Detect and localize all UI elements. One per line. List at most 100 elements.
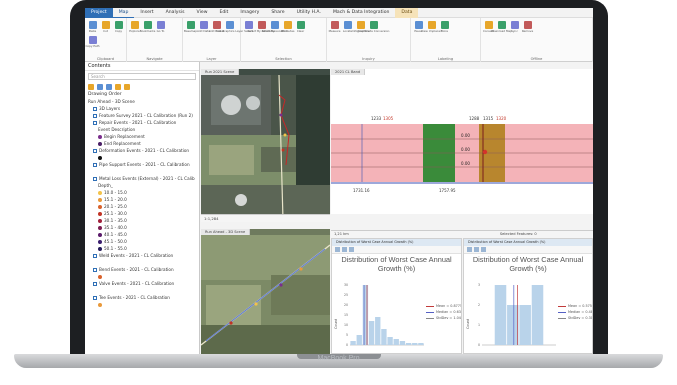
toc-item[interactable]: Event Description <box>88 126 199 133</box>
ribbon-button[interactable]: More <box>439 21 450 34</box>
histogram-bar[interactable] <box>531 285 544 345</box>
chart1-tab[interactable]: Distribution of Worst Case Annual Growth… <box>332 239 461 246</box>
histogram-bar[interactable] <box>375 317 381 345</box>
toc-item[interactable]: Feature Survey 2021 - CL Calibration (Ru… <box>88 112 199 119</box>
toc-item[interactable]: Weld Events - 2021 - CL Calibration <box>88 252 199 259</box>
toc-item[interactable]: 15.1 - 20.0 <box>88 196 199 203</box>
layer-visibility-checkbox[interactable] <box>93 267 97 272</box>
ribbon-button[interactable]: Sync <box>509 21 520 34</box>
toc-item[interactable]: Run Ahead - 3D Scene <box>88 98 199 105</box>
histogram-bar[interactable] <box>350 341 356 345</box>
histogram-bar[interactable] <box>519 305 531 345</box>
toc-item[interactable] <box>88 168 199 175</box>
chart-export-icon[interactable] <box>349 247 354 252</box>
ribbon-button[interactable]: Cut <box>100 21 111 34</box>
layer-visibility-checkbox[interactable] <box>93 120 97 125</box>
ribbon-tab[interactable]: Edit <box>213 8 234 18</box>
ribbon-tab[interactable]: Data <box>395 8 419 18</box>
map-view-top[interactable]: Run 2021 Scene <box>201 69 330 214</box>
toc-item[interactable] <box>88 301 199 308</box>
histogram-bar[interactable] <box>418 343 424 345</box>
toc-item[interactable]: 25.1 - 30.0 <box>88 210 199 217</box>
ribbon-tab[interactable]: Mach & Data Integration <box>327 8 395 18</box>
layer-visibility-checkbox[interactable] <box>93 106 97 111</box>
chart2-tab[interactable]: Distribution of Worst Case Annual Growth… <box>464 239 592 246</box>
labels-icon[interactable] <box>124 83 130 90</box>
histogram-bar[interactable] <box>494 285 507 345</box>
toc-item[interactable]: Pipe Support Events - 2021 - CL Calibrat… <box>88 161 199 168</box>
ribbon-button[interactable]: Select By Location <box>262 21 287 34</box>
ribbon-tab[interactable]: Utility H.A. <box>291 8 327 18</box>
chart-filter-icon[interactable] <box>342 247 347 252</box>
toc-item[interactable]: Bend Events - 2021 - CL Calibration <box>88 266 199 273</box>
layer-visibility-checkbox[interactable] <box>93 253 97 258</box>
ribbon-button[interactable]: Explore <box>129 21 140 34</box>
layer-visibility-checkbox[interactable] <box>93 148 97 153</box>
histogram-bar[interactable] <box>393 339 399 345</box>
database-icon[interactable] <box>106 83 112 90</box>
ribbon-button[interactable]: Copy <box>113 21 124 34</box>
toc-item[interactable] <box>88 287 199 294</box>
ribbon-button[interactable]: Clear <box>295 21 306 34</box>
layer-visibility-checkbox[interactable] <box>93 281 97 286</box>
toc-item[interactable] <box>88 259 199 266</box>
ribbon-tab[interactable]: Map <box>112 8 135 18</box>
toc-item[interactable]: 35.1 - 40.0 <box>88 224 199 231</box>
ribbon-tab[interactable]: View <box>191 8 214 18</box>
table-icon[interactable] <box>97 83 103 90</box>
histogram-bar[interactable] <box>405 343 412 345</box>
histogram-bar[interactable] <box>412 343 418 345</box>
ribbon-tab[interactable]: Project <box>85 8 113 18</box>
chart-export-icon[interactable] <box>481 247 486 252</box>
toc-item[interactable]: 30.1 - 35.0 <box>88 217 199 224</box>
map1-scale[interactable]: 1:1,284 <box>204 216 219 221</box>
layer-visibility-checkbox[interactable] <box>93 176 97 181</box>
toc-item[interactable]: 50.1 - 55.0 <box>88 245 199 252</box>
ribbon-button[interactable]: Add Data <box>197 21 210 34</box>
ribbon-button[interactable]: Attributes <box>281 21 294 34</box>
chart-properties-icon[interactable] <box>335 247 340 252</box>
ribbon-tab[interactable]: Imagery <box>234 8 265 18</box>
ribbon-button[interactable]: Measure <box>329 21 340 34</box>
ribbon-button[interactable]: Remove <box>522 21 533 34</box>
layer-visibility-checkbox[interactable] <box>93 113 97 118</box>
edit-icon[interactable] <box>115 83 121 90</box>
histogram-bar[interactable] <box>507 305 519 345</box>
toc-item[interactable]: End Replacement <box>88 140 199 147</box>
chart-properties-icon[interactable] <box>467 247 472 252</box>
filter-icon[interactable] <box>88 83 94 90</box>
toc-item[interactable]: 40.1 - 45.0 <box>88 231 199 238</box>
toc-item[interactable]: Begin Replacement <box>88 133 199 140</box>
ribbon-tab[interactable]: Insert <box>134 8 159 18</box>
toc-item[interactable]: Valve Events - 2021 - CL Calibration <box>88 280 199 287</box>
ribbon-button[interactable]: Basemap <box>184 21 197 34</box>
histogram-bar[interactable] <box>387 337 393 345</box>
toc-item[interactable]: 3D Layers <box>88 105 199 112</box>
histogram-bar[interactable] <box>356 335 362 345</box>
ribbon-button[interactable]: Download Map <box>491 21 512 34</box>
toc-item[interactable]: Deformation Events - 2021 - CL Calibrati… <box>88 147 199 154</box>
histogram-bar[interactable] <box>399 341 406 345</box>
chart-filter-icon[interactable] <box>474 247 479 252</box>
toc-item[interactable]: 10.0 - 15.0 <box>88 189 199 196</box>
toc-item[interactable]: Depth_ <box>88 182 199 189</box>
toc-item[interactable]: 45.1 - 50.0 <box>88 238 199 245</box>
toc-item[interactable]: 20.1 - 25.0 <box>88 203 199 210</box>
ribbon-button[interactable]: Bookmarks <box>140 21 155 34</box>
toc-item[interactable] <box>88 154 199 161</box>
ribbon-tab[interactable]: Analysis <box>160 8 191 18</box>
layer-visibility-checkbox[interactable] <box>93 295 97 300</box>
layer-visibility-checkbox[interactable] <box>93 162 97 167</box>
toc-item[interactable] <box>88 273 199 280</box>
toc-item[interactable]: Repair Events - 2021 - CL Calibration <box>88 119 199 126</box>
band-view[interactable]: 2021 CL Band 1233 1305 1288 1315 1320 0.… <box>331 69 593 214</box>
ribbon-button[interactable]: Add Graphics Layer <box>216 21 243 34</box>
ribbon-button[interactable]: Coordinate Conversion <box>358 21 389 34</box>
histogram-bar[interactable] <box>381 329 387 345</box>
ribbon-button[interactable]: View Unplaced <box>421 21 442 34</box>
contents-search-input[interactable]: Search <box>88 73 196 80</box>
toc-item[interactable]: Metal Loss Events (External) - 2021 - CL… <box>88 175 199 182</box>
toc-item[interactable]: Tee Events - 2021 - CL Calibration <box>88 294 199 301</box>
histogram-bar[interactable] <box>368 321 375 345</box>
ribbon-button[interactable]: Paste <box>87 21 98 34</box>
